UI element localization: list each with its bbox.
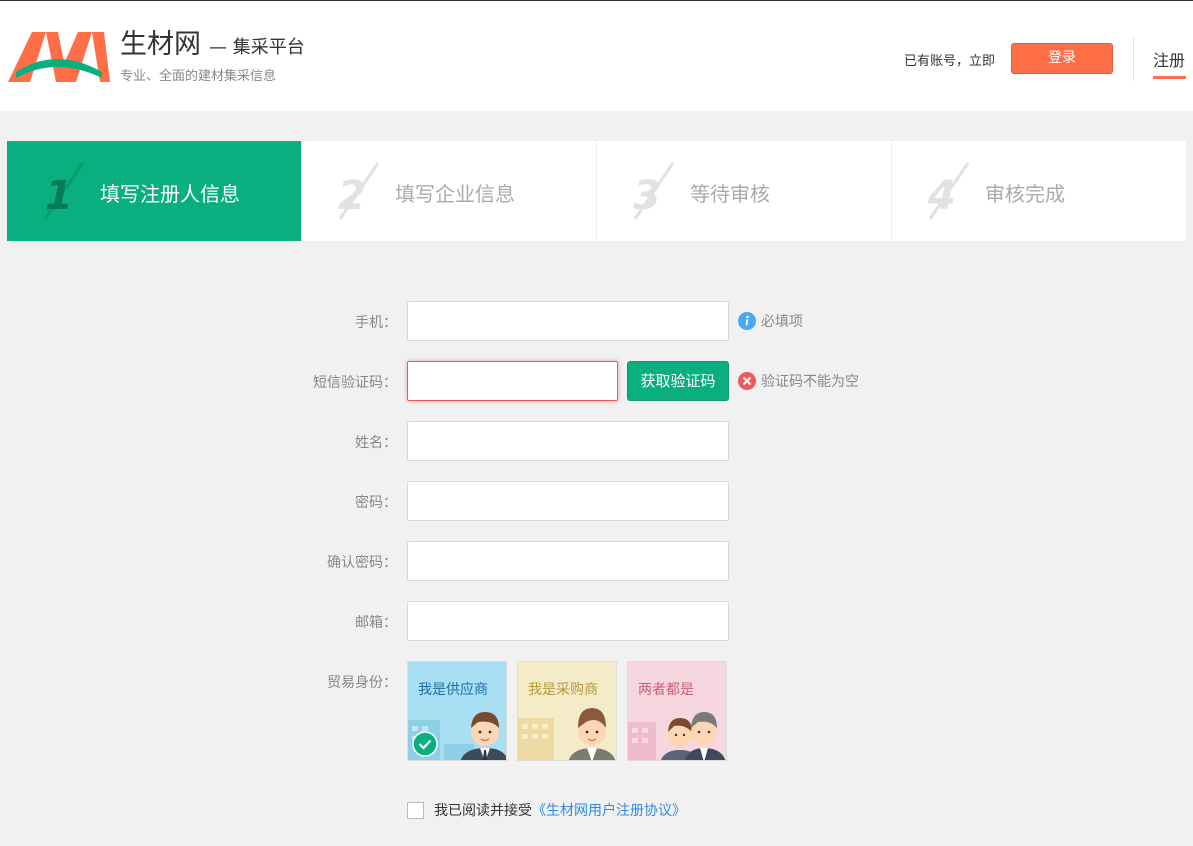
email-input[interactable] bbox=[407, 601, 729, 641]
sms-code-error: 验证码不能为空 bbox=[738, 371, 859, 391]
agreement-checkbox[interactable] bbox=[407, 801, 424, 819]
sms-code-error-text: 验证码不能为空 bbox=[761, 374, 859, 390]
agreement-row: 我已阅读并接受 《生材网用户注册协议》 bbox=[407, 800, 686, 820]
step-number-1-icon: 1 bbox=[43, 162, 85, 220]
brand-slogan: 专业、全面的建材集采信息 bbox=[120, 69, 277, 84]
phone-hint: 必填项 bbox=[738, 311, 803, 331]
step-number-4-icon: 4 bbox=[927, 162, 970, 220]
phone-label: 手机： bbox=[355, 315, 397, 331]
agreement-text: 我已阅读并接受 bbox=[434, 803, 532, 819]
page-header: 生材网 — 集采平台 专业、全面的建材集采信息 已有账号，立即 登录 注册 bbox=[0, 1, 1193, 111]
step-2-label: 填写企业信息 bbox=[395, 182, 515, 206]
email-label: 邮箱： bbox=[355, 615, 397, 631]
role-option-buyer-label: 我是采购商 bbox=[528, 682, 598, 698]
name-input[interactable] bbox=[407, 421, 729, 461]
step-3-label: 等待审核 bbox=[690, 182, 770, 206]
registration-steps: 1 填写注册人信息 2 填写企业信息 3 等待审核 4 审核完成 bbox=[7, 141, 1186, 241]
login-button[interactable]: 登录 bbox=[1011, 43, 1113, 74]
step-1: 1 填写注册人信息 bbox=[7, 141, 302, 241]
step-1-label: 填写注册人信息 bbox=[100, 182, 240, 206]
password-input[interactable] bbox=[407, 481, 729, 521]
confirm-password-input[interactable] bbox=[407, 541, 729, 581]
info-icon bbox=[738, 312, 756, 330]
role-option-buyer[interactable]: 我是采购商 bbox=[517, 661, 617, 761]
step-number-3-icon: 3 bbox=[633, 162, 675, 220]
role-option-supplier-label: 我是供应商 bbox=[418, 682, 488, 698]
trade-role-label: 贸易身份： bbox=[327, 675, 397, 691]
role-option-both[interactable]: 两者都是 bbox=[627, 661, 727, 761]
have-account-text: 已有账号，立即 bbox=[904, 54, 996, 69]
svg-text:3: 3 bbox=[633, 173, 661, 219]
name-label: 姓名： bbox=[355, 435, 397, 451]
agreement-link[interactable]: 《生材网用户注册协议》 bbox=[532, 800, 686, 820]
sms-code-input[interactable] bbox=[407, 361, 618, 401]
register-tab[interactable]: 注册 bbox=[1153, 47, 1185, 71]
sms-code-label: 短信验证码： bbox=[313, 375, 397, 391]
header-divider bbox=[1133, 37, 1134, 81]
error-icon bbox=[738, 372, 756, 390]
svg-text:2: 2 bbox=[338, 173, 366, 219]
phone-hint-text: 必填项 bbox=[761, 314, 803, 330]
brand-title: 生材网 — 集采平台 bbox=[120, 29, 305, 64]
role-option-supplier[interactable]: 我是供应商 bbox=[407, 661, 507, 761]
svg-text:1: 1 bbox=[45, 173, 73, 219]
step-2: 2 填写企业信息 bbox=[302, 141, 597, 241]
password-label: 密码： bbox=[355, 495, 397, 511]
buyer-illustration-icon bbox=[518, 708, 616, 760]
selected-check-icon bbox=[412, 731, 438, 757]
logo-icon bbox=[8, 32, 110, 82]
step-4: 4 审核完成 bbox=[892, 141, 1186, 241]
role-option-both-label: 两者都是 bbox=[638, 682, 694, 698]
register-tab-underline bbox=[1153, 76, 1186, 79]
brand-name: 生材网 bbox=[120, 29, 201, 60]
brand-suffix: — 集采平台 bbox=[209, 37, 305, 58]
svg-text:4: 4 bbox=[927, 173, 956, 219]
confirm-password-label: 确认密码： bbox=[327, 555, 397, 571]
phone-input[interactable] bbox=[407, 301, 729, 341]
step-3: 3 等待审核 bbox=[597, 141, 892, 241]
get-code-button[interactable]: 获取验证码 bbox=[627, 361, 729, 401]
step-number-2-icon: 2 bbox=[338, 162, 380, 220]
step-4-label: 审核完成 bbox=[985, 182, 1065, 206]
both-illustration-icon bbox=[628, 712, 726, 760]
